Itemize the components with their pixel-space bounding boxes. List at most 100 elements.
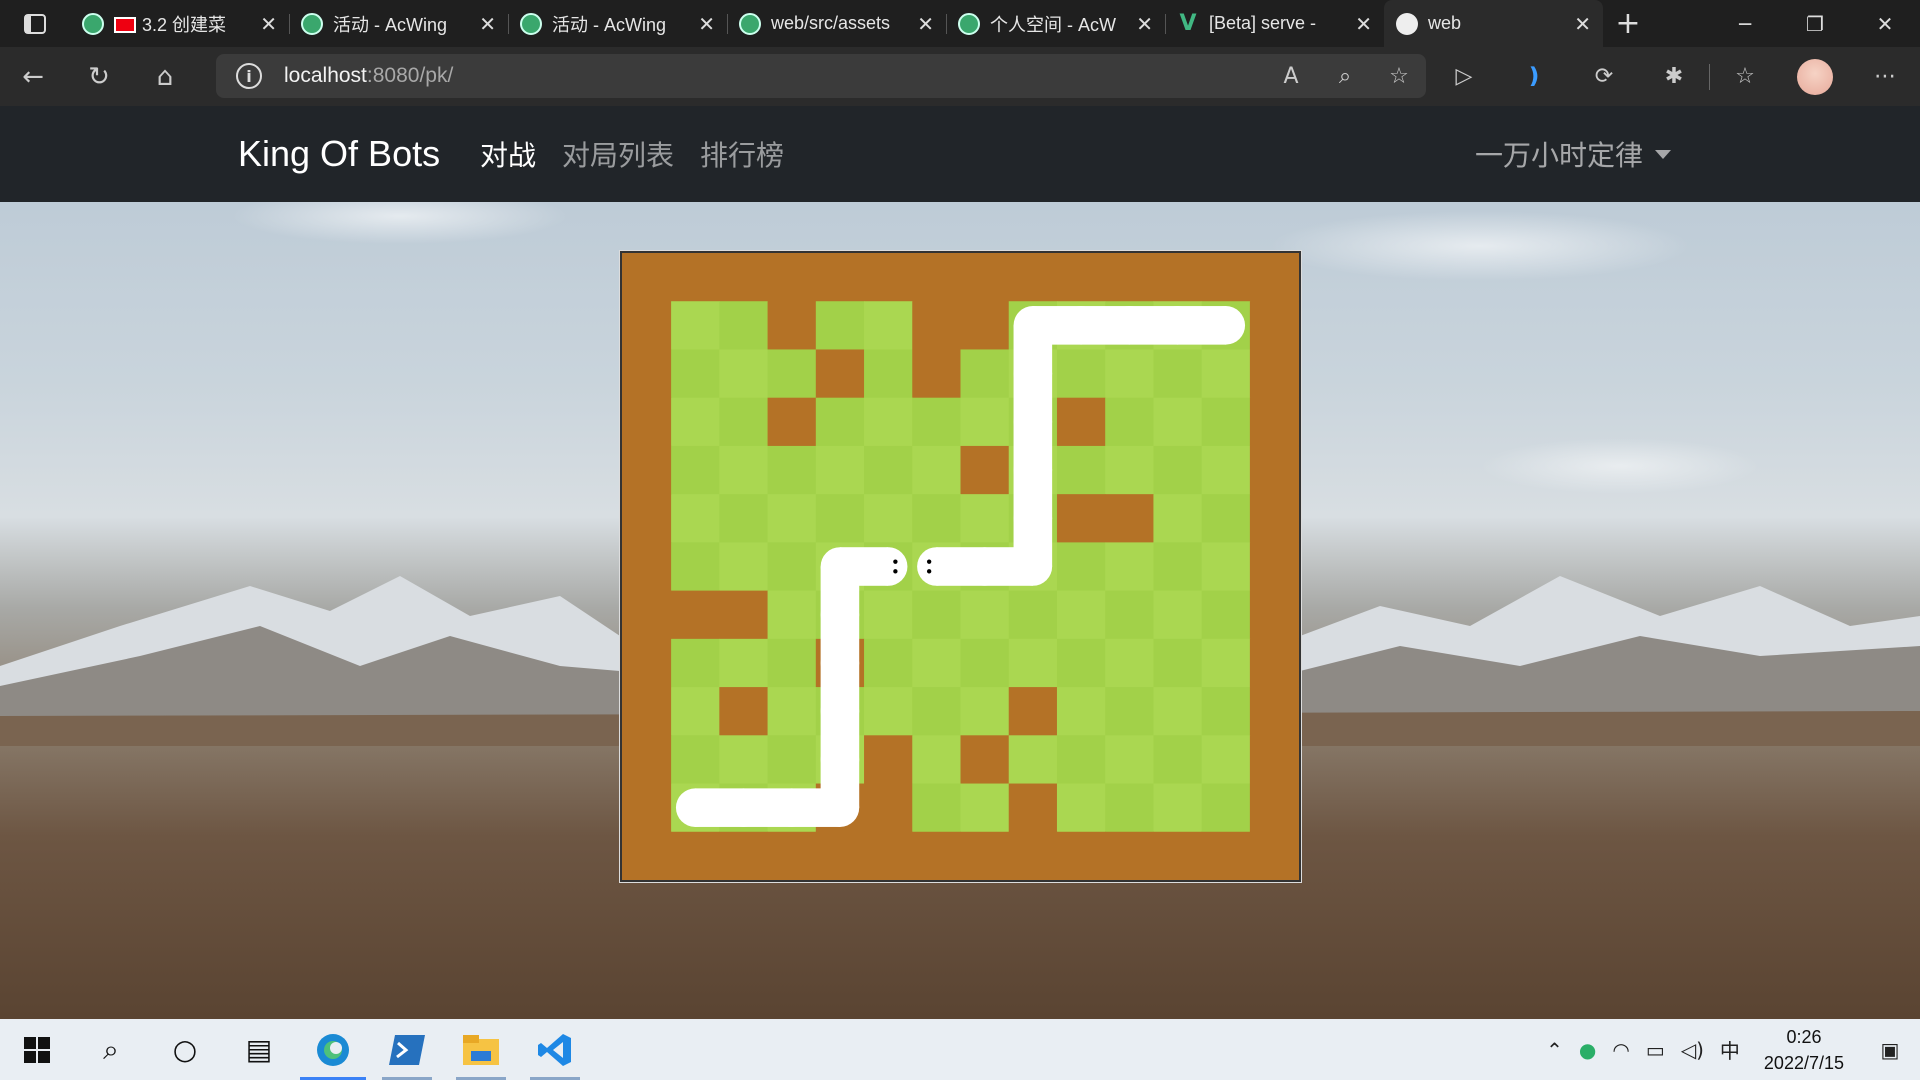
start-button[interactable]: [0, 1019, 74, 1080]
powershell-icon[interactable]: [370, 1019, 444, 1080]
snake-eye: [926, 559, 932, 564]
tab-close-icon[interactable]: ✕: [1136, 12, 1153, 36]
wall-cell: [960, 253, 1010, 302]
vscode-icon[interactable]: [518, 1019, 592, 1080]
grass-cell: [912, 445, 961, 495]
grass-cell: [815, 301, 865, 350]
file-explorer-icon[interactable]: [444, 1019, 518, 1080]
tab-title: 个人空间 - AcW: [990, 11, 1126, 37]
browser-tab[interactable]: 活动 - AcWing ✕: [289, 0, 508, 47]
grass-cell: [864, 397, 913, 447]
grass-cell: [960, 349, 1010, 399]
tab-title-text: 个人空间 - AcW: [990, 14, 1116, 35]
refresh-icon[interactable]: ↻: [66, 47, 132, 106]
tab-title: 3.2 创建菜: [114, 11, 250, 37]
address-bar[interactable]: i localhost:8080/pk/ A ⌕ ☆: [216, 54, 1426, 98]
profile-avatar[interactable]: [1797, 58, 1833, 95]
system-tray: ⌃ ● ◠ ▭ ◁) 中 0:26 2022/7/15 ▣: [1538, 1019, 1920, 1080]
volume-icon[interactable]: ◁): [1673, 1038, 1712, 1062]
nav-link-0[interactable]: 对战: [480, 134, 536, 174]
close-window-icon[interactable]: ✕: [1850, 0, 1920, 47]
grass-cell: [1105, 638, 1154, 688]
grass-cell: [864, 445, 913, 495]
tab-close-icon[interactable]: ✕: [917, 12, 934, 36]
grass-cell: [1105, 397, 1154, 447]
ime-indicator[interactable]: 中: [1712, 1035, 1748, 1064]
add-favorite-icon[interactable]: ☆: [1372, 64, 1426, 89]
acwing-favicon-icon: [958, 12, 980, 35]
tab-close-icon[interactable]: ✕: [698, 12, 715, 36]
snake-body-segment: [1013, 470, 1053, 519]
wall-cell: [719, 831, 769, 880]
show-hidden-icons-chevron-icon[interactable]: ⌃: [1538, 1038, 1571, 1062]
zoom-icon[interactable]: ⌕: [1318, 64, 1372, 89]
wifi-icon[interactable]: ◠: [1604, 1038, 1637, 1062]
task-view-icon[interactable]: ▤: [222, 1019, 296, 1080]
browser-tab[interactable]: web/src/assets ✕: [727, 0, 946, 47]
grass-cell: [767, 687, 817, 736]
grass-cell: [1201, 445, 1251, 495]
browser-tools: ▷ ❫ ⟳ ✱ ☆ ⋯: [1429, 47, 1920, 106]
wall-cell: [815, 831, 865, 880]
grass-cell: [767, 445, 817, 495]
snake-body-segment: [820, 614, 860, 663]
nav-link-2[interactable]: 排行榜: [700, 134, 784, 174]
wall-cell: [1008, 783, 1058, 833]
tab-actions-icon[interactable]: [0, 0, 70, 47]
recording-indicator-icon: [114, 16, 136, 33]
address-bar-actions: A ⌕ ☆: [1264, 64, 1426, 89]
favorites-icon[interactable]: ☆: [1710, 64, 1780, 89]
notification-center-icon[interactable]: ▣: [1860, 1038, 1920, 1062]
search-icon[interactable]: ⌕: [74, 1019, 148, 1080]
tab-strip: 3.2 创建菜 ✕ 活动 - AcWing ✕ 活动 - AcWing ✕ web/src/…: [70, 0, 1603, 47]
new-tab-button[interactable]: +: [1603, 0, 1653, 47]
wall-cell: [1249, 494, 1299, 543]
browser-tab[interactable]: V [Beta] serve - ✕: [1165, 0, 1384, 47]
battery-icon[interactable]: ▭: [1638, 1038, 1673, 1062]
tab-close-icon[interactable]: ✕: [260, 12, 277, 36]
grass-cell: [671, 301, 720, 350]
media-play-icon[interactable]: ▷: [1429, 64, 1499, 89]
game-map[interactable]: [619, 250, 1302, 883]
home-icon[interactable]: ⌂: [132, 47, 198, 106]
grass-cell: [815, 397, 865, 447]
browser-tab[interactable]: web ✕: [1384, 0, 1603, 47]
performance-icon[interactable]: ⟳: [1569, 64, 1639, 89]
extensions-icon[interactable]: ✱: [1639, 64, 1709, 89]
minimize-icon[interactable]: ─: [1710, 0, 1780, 47]
user-dropdown[interactable]: 一万小时定律: [1475, 134, 1672, 174]
game-canvas[interactable]: [622, 253, 1299, 880]
grass-cell: [1056, 638, 1106, 688]
more-menu-icon[interactable]: ⋯: [1850, 64, 1920, 89]
grass-cell: [912, 735, 961, 785]
grass-cell: [864, 301, 913, 350]
browser-tab[interactable]: 个人空间 - AcW ✕: [946, 0, 1165, 47]
read-aloud-icon[interactable]: A: [1264, 64, 1318, 89]
grass-cell: [864, 494, 913, 543]
wall-cell: [1056, 831, 1106, 880]
acwing-favicon-icon: [739, 12, 761, 35]
wechat-icon[interactable]: ●: [1571, 1038, 1604, 1062]
wall-cell: [1153, 253, 1203, 302]
url-text[interactable]: localhost:8080/pk/: [284, 64, 453, 88]
wall-cell: [719, 687, 769, 736]
snake-body-segment: [1013, 518, 1053, 567]
nav-link-1[interactable]: 对局列表: [562, 134, 674, 174]
sound-icon[interactable]: ❫: [1499, 64, 1569, 89]
browser-tab[interactable]: 3.2 创建菜 ✕: [70, 0, 289, 47]
tab-close-icon[interactable]: ✕: [1355, 12, 1372, 36]
brand-logo-text[interactable]: King Of Bots: [238, 133, 440, 175]
edge-icon[interactable]: [296, 1019, 370, 1080]
wall-cell: [622, 542, 672, 592]
tab-close-icon[interactable]: ✕: [479, 12, 496, 36]
clock[interactable]: 0:26 2022/7/15: [1748, 1024, 1860, 1076]
cortana-icon[interactable]: ○: [148, 1019, 222, 1080]
grass-cell: [864, 349, 913, 399]
back-arrow-icon[interactable]: ←: [0, 47, 66, 106]
site-info-icon[interactable]: i: [236, 63, 262, 89]
tab-close-icon[interactable]: ✕: [1574, 12, 1591, 36]
browser-tab[interactable]: 活动 - AcWing ✕: [508, 0, 727, 47]
grass-cell: [1201, 590, 1251, 640]
snake-body-segment: [820, 711, 860, 760]
restore-icon[interactable]: ❐: [1780, 0, 1850, 47]
